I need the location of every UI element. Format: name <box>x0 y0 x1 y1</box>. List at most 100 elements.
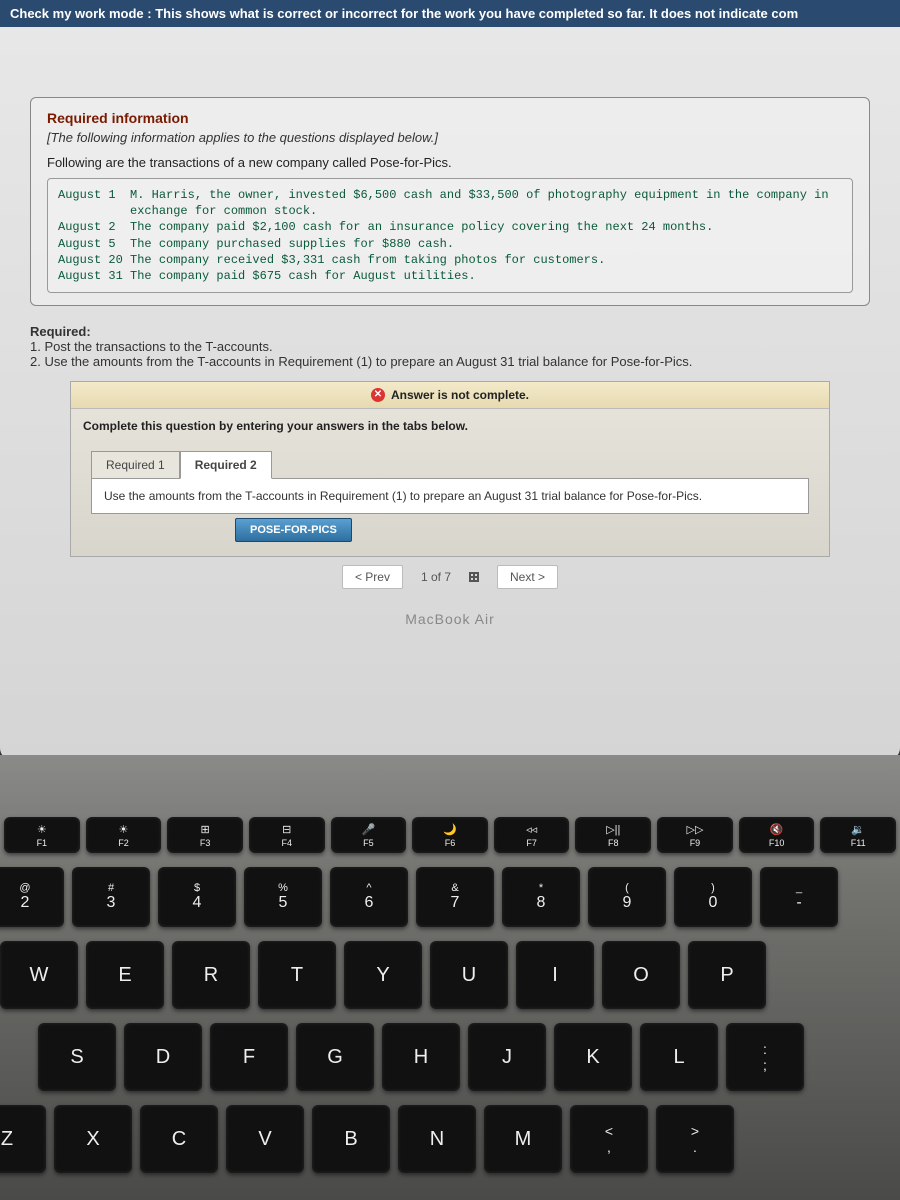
fn-label: F11 <box>851 838 866 848</box>
transaction-line: August 31 The company paid $675 cash for… <box>58 268 842 284</box>
banner-text: Check my work mode : This shows what is … <box>10 6 798 21</box>
fn-icon: ⊞ <box>200 823 209 836</box>
grid-icon[interactable] <box>469 572 479 582</box>
key-bottom: 0 <box>709 894 718 912</box>
key-bottom: 5 <box>279 894 288 912</box>
key-u: U <box>430 941 508 1009</box>
key-bottom: 4 <box>193 894 202 912</box>
fn-icon: 🌙 <box>443 823 457 836</box>
key-z: Z <box>0 1105 46 1173</box>
key-top: _ <box>796 882 802 894</box>
key-top: & <box>451 882 458 894</box>
key-i: I <box>516 941 594 1009</box>
fn-icon: ☀ <box>37 823 47 836</box>
fn-icon: ⊟ <box>282 823 291 836</box>
key-b: B <box>312 1105 390 1173</box>
key-bottom: 8 <box>537 894 546 912</box>
tab-required-1[interactable]: Required 1 <box>91 451 180 479</box>
key-n: N <box>398 1105 476 1173</box>
number-key-row: @2#3$4%5^6&7*8(9)0_- <box>0 853 900 927</box>
key-p: P <box>688 941 766 1009</box>
tabs: Required 1 Required 2 <box>91 451 809 479</box>
transactions-box: August 1 M. Harris, the owner, invested … <box>47 178 853 293</box>
key-bottom: - <box>796 894 801 912</box>
key-x: X <box>54 1105 132 1173</box>
key-j: J <box>468 1023 546 1091</box>
fn-icon: ▷▷ <box>686 823 703 836</box>
page-counter: 1 of 7 <box>421 570 451 584</box>
tabs-area: Required 1 Required 2 Use the amounts fr… <box>71 443 829 518</box>
key-m: M <box>484 1105 562 1173</box>
fn-key-f10: 🔇 F10 <box>739 817 815 853</box>
fn-label: F8 <box>608 838 619 848</box>
intro-text: Following are the transactions of a new … <box>47 155 853 170</box>
fn-icon: ▷|| <box>606 823 620 836</box>
fn-icon: 🔉 <box>851 823 865 836</box>
key-k: K <box>554 1023 632 1091</box>
key-top: ) <box>711 882 715 894</box>
key-bottom: 2 <box>21 894 30 912</box>
key-top: $ <box>194 882 200 894</box>
zxcv-row: ZXCVBNM<,>. <box>0 1091 900 1173</box>
status-row: ✕ Answer is not complete. <box>71 382 829 409</box>
num-key-8: *8 <box>502 867 580 927</box>
required-block: Required: 1. Post the transactions to th… <box>30 324 870 369</box>
laptop-screen: Check my work mode : This shows what is … <box>0 0 900 760</box>
key-top: ( <box>625 882 629 894</box>
fn-key-f8: ▷|| F8 <box>575 817 651 853</box>
key-o: O <box>602 941 680 1009</box>
required-heading: Required: <box>30 324 870 339</box>
pose-for-pics-button[interactable]: POSE-FOR-PICS <box>235 518 352 542</box>
fn-icon: ◃◃ <box>526 823 537 836</box>
key-bottom: 9 <box>623 894 632 912</box>
prev-button[interactable]: < Prev <box>342 565 403 589</box>
fn-label: F5 <box>363 838 374 848</box>
key-e: E <box>86 941 164 1009</box>
transaction-line: August 20 The company received $3,331 ca… <box>58 252 842 268</box>
key-t: T <box>258 941 336 1009</box>
macbook-air-label: MacBook Air <box>30 603 870 635</box>
key-f: F <box>210 1023 288 1091</box>
status-text: Answer is not complete. <box>391 388 529 402</box>
key-w: W <box>0 941 78 1009</box>
qwerty-row: WERTYUIOP <box>0 927 900 1009</box>
answer-panel: ✕ Answer is not complete. Complete this … <box>70 381 830 557</box>
tab-description: Use the amounts from the T-accounts in R… <box>91 478 809 514</box>
key-top: # <box>108 882 114 894</box>
num-key--: _- <box>760 867 838 927</box>
transaction-line: August 1 M. Harris, the owner, invested … <box>58 187 842 203</box>
fn-key-f7: ◃◃ F7 <box>494 817 570 853</box>
fn-label: F2 <box>118 838 129 848</box>
transaction-line: August 5 The company purchased supplies … <box>58 236 842 252</box>
key-top: * <box>539 882 543 894</box>
required-item: 1. Post the transactions to the T-accoun… <box>30 339 870 354</box>
asdf-row: SDFGHJKL:; <box>34 1009 900 1091</box>
fn-label: F9 <box>690 838 701 848</box>
key-bottom: 7 <box>451 894 460 912</box>
fn-label: F7 <box>526 838 537 848</box>
key-c: C <box>140 1105 218 1173</box>
key-punct: <, <box>570 1105 648 1173</box>
fn-key-f3: ⊞F3 <box>167 817 243 853</box>
pose-for-pics-row: POSE-FOR-PICS <box>71 518 829 556</box>
num-key-7: &7 <box>416 867 494 927</box>
required-item: 2. Use the amounts from the T-accounts i… <box>30 354 870 369</box>
next-button[interactable]: Next > <box>497 565 558 589</box>
fn-label: F10 <box>769 838 785 848</box>
key-bottom: 6 <box>365 894 374 912</box>
fn-key-f5: 🎤F5 <box>331 817 407 853</box>
required-info-box: Required information [The following info… <box>30 97 870 306</box>
fn-icon: 🔇 <box>770 823 784 836</box>
num-key-6: ^6 <box>330 867 408 927</box>
key-y: Y <box>344 941 422 1009</box>
fn-label: F4 <box>281 838 292 848</box>
transaction-line: August 2 The company paid $2,100 cash fo… <box>58 219 842 235</box>
tab-required-2[interactable]: Required 2 <box>180 451 272 479</box>
info-note: [The following information applies to th… <box>47 130 853 145</box>
fn-key-f4: ⊟ F4 <box>249 817 325 853</box>
key-bottom: 3 <box>107 894 116 912</box>
key-top: % <box>278 882 288 894</box>
nav-row: < Prev 1 of 7 Next > <box>30 557 870 603</box>
num-key-4: $4 <box>158 867 236 927</box>
key-top: ^ <box>366 882 371 894</box>
